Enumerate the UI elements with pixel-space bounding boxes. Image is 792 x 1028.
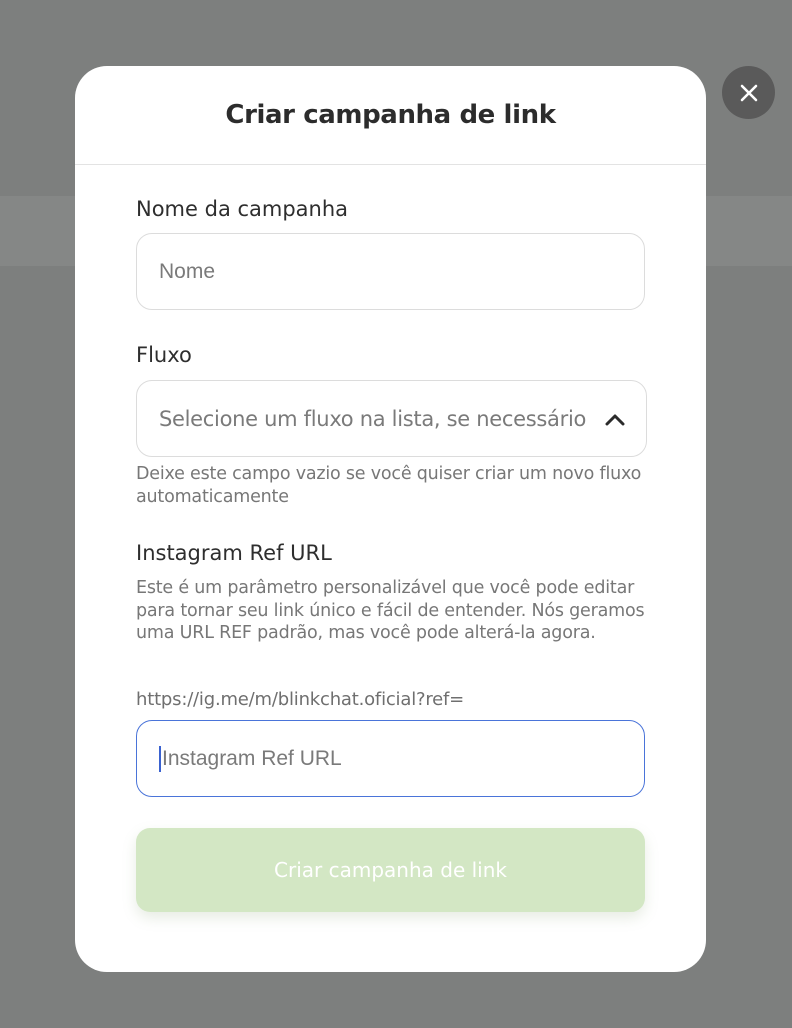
chevron-up-icon	[605, 414, 625, 425]
ref-url-input[interactable]	[161, 746, 622, 771]
ref-url-description: Este é um parâmetro personalizável que v…	[136, 578, 645, 643]
create-link-campaign-modal: Criar campanha de link Nome da campanha …	[75, 66, 706, 972]
close-icon	[740, 84, 757, 101]
flow-select-placeholder: Selecione um fluxo na lista, se necessár…	[159, 406, 587, 431]
ref-url-field[interactable]	[136, 720, 645, 797]
modal-title: Criar campanha de link	[225, 100, 556, 130]
flow-help-text: Deixe este campo vazio se você quiser cr…	[136, 464, 642, 507]
close-button[interactable]	[722, 66, 775, 119]
campaign-name-label: Nome da campanha	[136, 197, 349, 221]
ref-url-prefix: https://ig.me/m/blinkchat.oficial?ref=	[136, 689, 465, 710]
campaign-name-input[interactable]	[159, 259, 622, 284]
ref-url-label: Instagram Ref URL	[136, 541, 332, 565]
create-campaign-button[interactable]: Criar campanha de link	[136, 828, 645, 912]
flow-select[interactable]: Selecione um fluxo na lista, se necessár…	[136, 380, 647, 457]
create-campaign-button-label: Criar campanha de link	[274, 858, 507, 882]
text-cursor	[159, 745, 161, 772]
modal-header: Criar campanha de link	[75, 66, 706, 165]
campaign-name-field[interactable]	[136, 233, 645, 310]
flow-label: Fluxo	[136, 343, 192, 367]
